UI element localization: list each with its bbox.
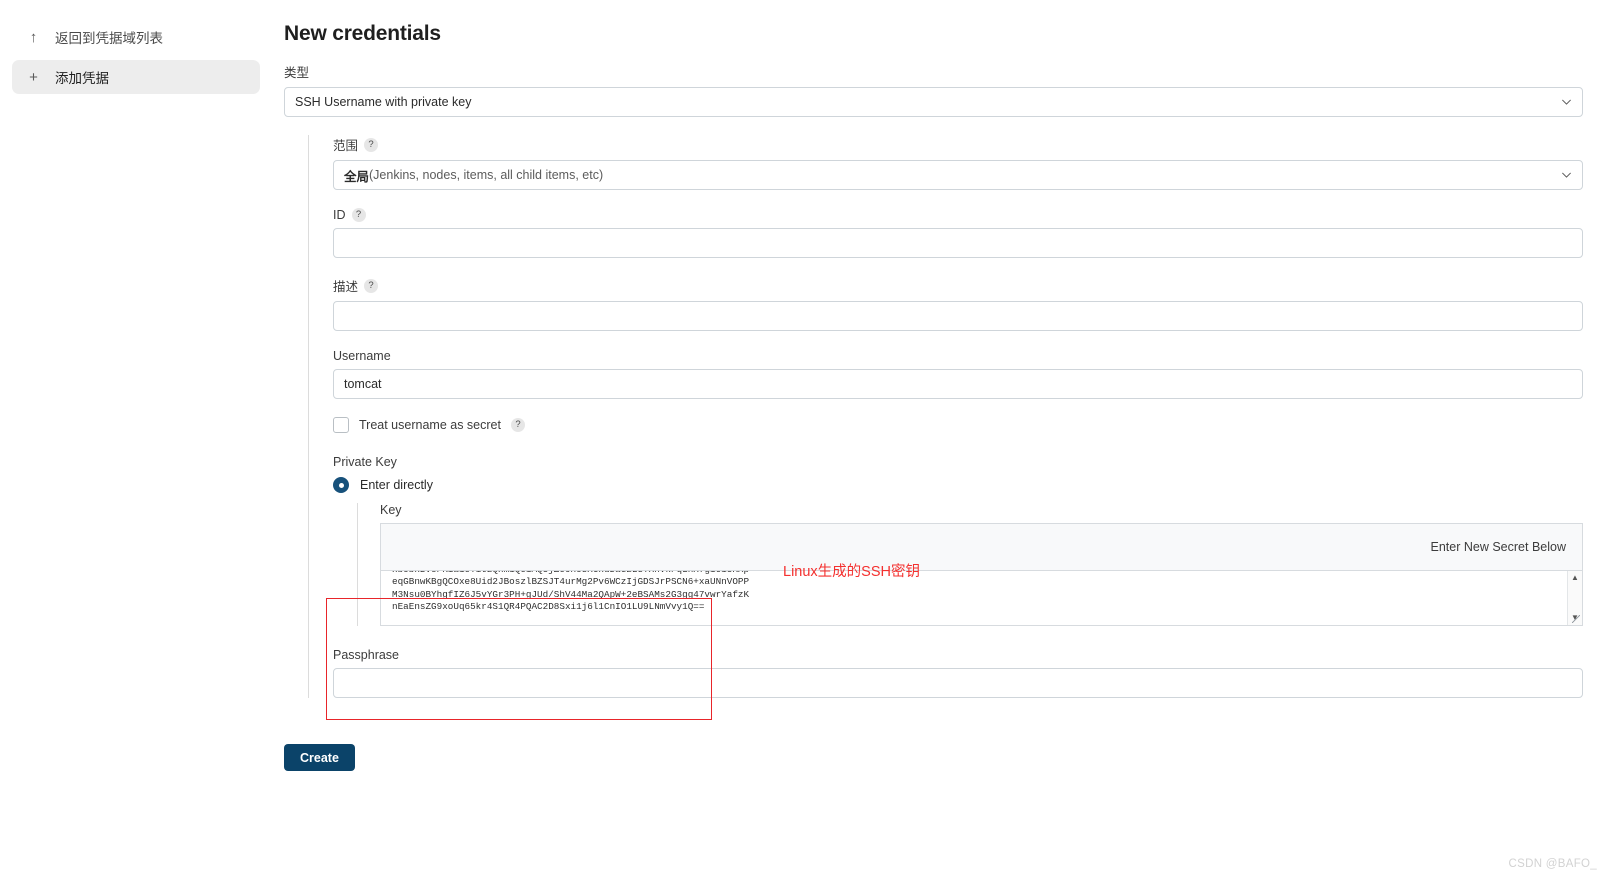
private-key-group: Private Key Enter directly Key Enter New… bbox=[333, 455, 1583, 626]
description-input[interactable] bbox=[333, 301, 1583, 331]
username-input[interactable] bbox=[333, 369, 1583, 399]
passphrase-field-group: Passphrase bbox=[333, 648, 1583, 698]
enter-directly-radio-row[interactable]: Enter directly bbox=[333, 477, 1583, 493]
annotation-text: Linux生成的SSH密钥 bbox=[783, 564, 920, 580]
id-field-group: ID ? bbox=[333, 208, 1583, 258]
scope-field-group: 范围 ? 全局 (Jenkins, nodes, items, all chil… bbox=[333, 135, 1583, 190]
help-icon[interactable]: ? bbox=[364, 137, 379, 152]
passphrase-input[interactable] bbox=[333, 668, 1583, 698]
key-label-text: Key bbox=[380, 503, 402, 517]
page-title: New credentials bbox=[284, 22, 441, 45]
type-label: 类型 bbox=[284, 62, 1583, 81]
description-label: 描述 ? bbox=[333, 276, 1583, 295]
treat-username-as-secret-label: Treat username as secret bbox=[359, 418, 501, 432]
sidebar: ↑ 返回到凭据域列表 + 添加凭据 bbox=[0, 0, 272, 878]
type-select-value: SSH Username with private key bbox=[295, 95, 472, 109]
scroll-up-icon[interactable]: ▲ bbox=[1571, 574, 1579, 582]
sidebar-item-add-credentials[interactable]: + 添加凭据 bbox=[12, 60, 260, 94]
id-label-text: ID bbox=[333, 208, 346, 222]
credentials-page: ↑ 返回到凭据域列表 + 添加凭据 New credentials 类型 SSH… bbox=[0, 0, 1613, 878]
key-secret-header: Enter New Secret Below bbox=[380, 523, 1583, 570]
enter-directly-label: Enter directly bbox=[360, 478, 433, 492]
chevron-down-icon bbox=[1562, 99, 1571, 105]
id-label: ID ? bbox=[333, 208, 1583, 222]
type-label-text: 类型 bbox=[284, 66, 310, 80]
scope-label: 范围 ? bbox=[333, 135, 1583, 154]
credential-details-group: 范围 ? 全局 (Jenkins, nodes, items, all chil… bbox=[308, 135, 1583, 698]
help-icon[interactable]: ? bbox=[364, 278, 379, 293]
up-arrow-icon: ↑ bbox=[29, 28, 38, 46]
main-content: New credentials 类型 SSH Username with pri… bbox=[272, 0, 1613, 878]
plus-icon: + bbox=[29, 68, 38, 86]
treat-username-as-secret-checkbox[interactable] bbox=[333, 417, 349, 433]
sidebar-item-label: 返回到凭据域列表 bbox=[55, 31, 163, 46]
help-icon[interactable]: ? bbox=[510, 418, 525, 432]
key-label: Key bbox=[380, 503, 1583, 517]
scope-select-value-detail: (Jenkins, nodes, items, all child items,… bbox=[369, 168, 604, 182]
private-key-label: Private Key bbox=[333, 455, 1583, 469]
enter-directly-radio[interactable] bbox=[333, 477, 349, 493]
id-input[interactable] bbox=[333, 228, 1583, 258]
key-secret-widget: Enter New Secret Below xbobxBvc/K1a1oY1t… bbox=[380, 523, 1583, 626]
create-button[interactable]: Create bbox=[284, 744, 355, 771]
passphrase-label: Passphrase bbox=[333, 648, 1583, 662]
resize-handle-icon[interactable] bbox=[1570, 613, 1581, 624]
key-textarea-wrapper[interactable]: xbobxBvc/K1a1oY1tzQxm1Qo1AQUjZo9Ho3XCxuD… bbox=[380, 570, 1583, 626]
radio-dot bbox=[338, 482, 344, 488]
description-label-text: 描述 bbox=[333, 280, 359, 294]
treat-username-as-secret-row[interactable]: Treat username as secret ? bbox=[333, 417, 1583, 433]
key-subgroup: Key Enter New Secret Below xbobxBvc/K1a1… bbox=[357, 503, 1583, 626]
username-label: Username bbox=[333, 349, 1583, 363]
description-field-group: 描述 ? bbox=[333, 276, 1583, 331]
chevron-down-icon bbox=[1562, 172, 1571, 178]
sidebar-item-label: 添加凭据 bbox=[55, 71, 109, 86]
username-field-group: Username bbox=[333, 349, 1583, 399]
help-icon[interactable]: ? bbox=[351, 208, 366, 222]
scope-select-value: 全局 bbox=[344, 169, 370, 184]
type-select[interactable]: SSH Username with private key bbox=[284, 87, 1583, 117]
enter-new-secret-hint: Enter New Secret Below bbox=[1430, 540, 1566, 554]
key-textarea[interactable]: xbobxBvc/K1a1oY1tzQxm1Qo1AQUjZo9Ho3XCxuD… bbox=[381, 571, 1567, 625]
watermark: CSDN @BAFO_ bbox=[1508, 858, 1597, 870]
scope-label-text: 范围 bbox=[333, 139, 359, 153]
passphrase-label-text: Passphrase bbox=[333, 648, 400, 662]
private-key-label-text: Private Key bbox=[333, 455, 397, 469]
sidebar-item-back-to-domain-list[interactable]: ↑ 返回到凭据域列表 bbox=[12, 20, 260, 54]
username-label-text: Username bbox=[333, 349, 391, 363]
type-field-group: 类型 SSH Username with private key bbox=[284, 62, 1583, 117]
scope-select[interactable]: 全局 (Jenkins, nodes, items, all child ite… bbox=[333, 160, 1583, 190]
